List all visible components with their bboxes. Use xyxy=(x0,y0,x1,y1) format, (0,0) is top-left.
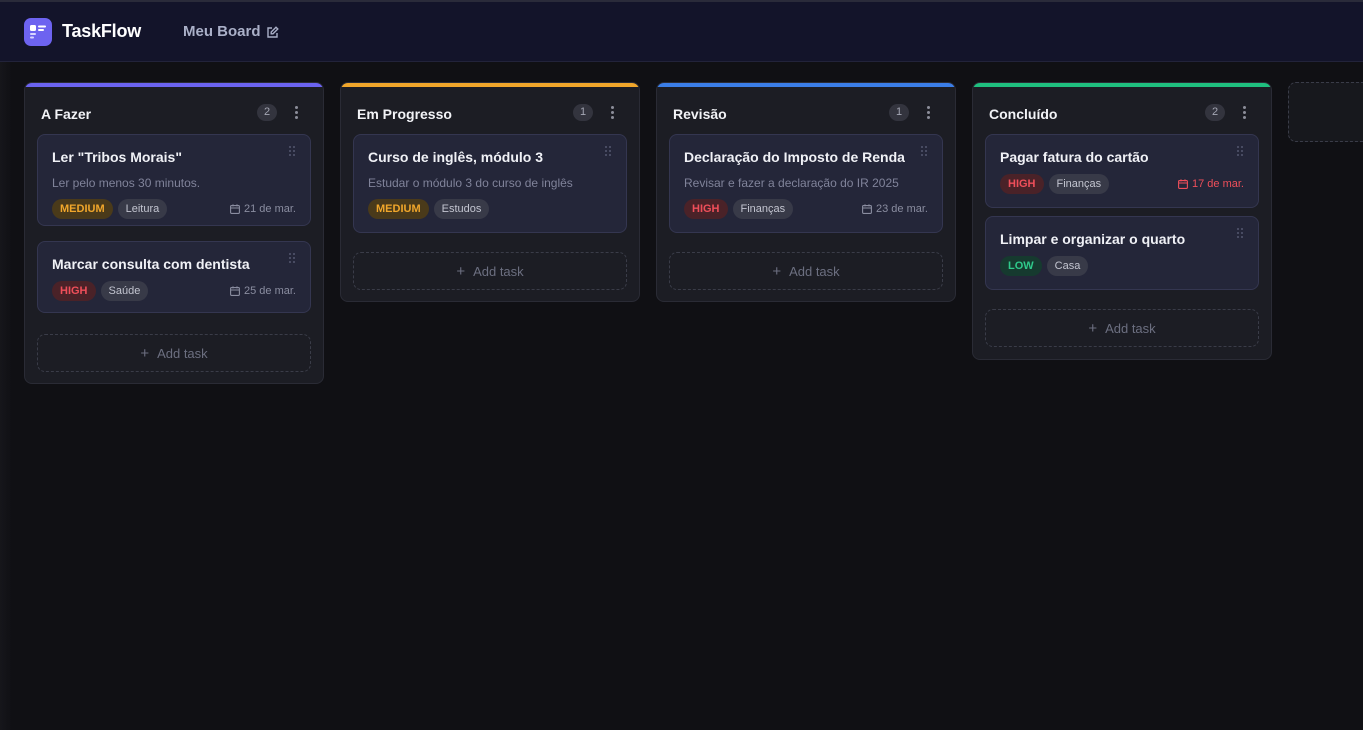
due-date: 21 de mar. xyxy=(230,203,296,215)
column-title: A Fazer xyxy=(41,106,92,122)
add-column-button[interactable] xyxy=(1288,82,1363,142)
task-title: Curso de inglês, módulo 3 xyxy=(368,149,544,165)
tag-badge: Finanças xyxy=(732,199,794,219)
due-date-text: 25 de mar. xyxy=(244,285,296,297)
due-date-text: 17 de mar. xyxy=(1192,178,1244,190)
tag-badge: Saúde xyxy=(100,281,149,301)
column-accent xyxy=(657,83,955,87)
task-title: Declaração do Imposto de Renda xyxy=(684,149,905,165)
calendar-icon xyxy=(862,204,872,214)
task-badges: HIGH Saúde xyxy=(52,281,149,301)
board-name[interactable]: Meu Board xyxy=(183,23,261,40)
add-task-label: Add task xyxy=(789,263,840,279)
more-icon[interactable] xyxy=(1238,105,1250,121)
add-task-label: Add task xyxy=(1105,320,1156,336)
column-accent xyxy=(25,83,323,87)
calendar-icon xyxy=(230,286,240,296)
calendar-icon xyxy=(230,204,240,214)
column-accent xyxy=(341,83,639,87)
tag-badge: Estudos xyxy=(433,199,490,219)
add-task-button[interactable]: + Add task xyxy=(669,252,943,290)
add-task-button[interactable]: + Add task xyxy=(985,309,1259,347)
kanban-icon xyxy=(24,18,52,46)
drag-handle-icon[interactable] xyxy=(289,146,296,156)
plus-icon: + xyxy=(1088,319,1098,337)
column-title: Concluído xyxy=(989,106,1058,122)
column-count: 2 xyxy=(257,104,277,121)
due-date: 25 de mar. xyxy=(230,285,296,297)
plus-icon: + xyxy=(772,262,782,280)
priority-badge: LOW xyxy=(1000,256,1042,276)
task-badges: HIGH Finanças xyxy=(684,199,794,219)
calendar-icon xyxy=(1178,179,1188,189)
task-card[interactable]: Limpar e organizar o quarto LOW Casa xyxy=(985,216,1259,290)
sidebar-edge xyxy=(0,62,12,730)
column-title: Em Progresso xyxy=(357,106,452,122)
priority-badge: HIGH xyxy=(1000,174,1044,194)
task-title: Pagar fatura do cartão xyxy=(1000,149,1149,165)
due-date: 23 de mar. xyxy=(862,203,928,215)
column-accent xyxy=(973,83,1271,87)
task-description: Revisar e fazer a declaração do IR 2025 xyxy=(684,176,899,190)
task-badges: HIGH Finanças xyxy=(1000,174,1110,194)
tag-badge: Casa xyxy=(1046,256,1089,276)
task-badges: MEDIUM Estudos xyxy=(368,199,490,219)
plus-icon: + xyxy=(140,344,150,362)
due-date-overdue: 17 de mar. xyxy=(1178,178,1244,190)
task-badges: LOW Casa xyxy=(1000,256,1089,276)
drag-handle-icon[interactable] xyxy=(289,253,296,263)
task-card[interactable]: Ler "Tribos Morais" Ler pelo menos 30 mi… xyxy=(37,134,311,226)
column-count: 1 xyxy=(889,104,909,121)
more-icon[interactable] xyxy=(606,105,618,121)
column-count: 1 xyxy=(573,104,593,121)
due-date-text: 23 de mar. xyxy=(876,203,928,215)
add-task-button[interactable]: + Add task xyxy=(353,252,627,290)
column-revisao: Revisão 1 Declaração do Imposto de Renda… xyxy=(656,82,956,302)
drag-handle-icon[interactable] xyxy=(921,146,928,156)
more-icon[interactable] xyxy=(922,105,934,121)
column-concluido: Concluído 2 Pagar fatura do cartão HIGH … xyxy=(972,82,1272,360)
priority-badge: MEDIUM xyxy=(368,199,429,219)
top-bar: TaskFlow Meu Board xyxy=(0,0,1363,62)
column-title: Revisão xyxy=(673,106,727,122)
task-card[interactable]: Declaração do Imposto de Renda Revisar e… xyxy=(669,134,943,233)
due-date-text: 21 de mar. xyxy=(244,203,296,215)
column-em-progresso: Em Progresso 1 Curso de inglês, módulo 3… xyxy=(340,82,640,302)
task-description: Ler pelo menos 30 minutos. xyxy=(52,176,201,190)
add-task-label: Add task xyxy=(473,263,524,279)
add-task-label: Add task xyxy=(157,345,208,361)
task-card[interactable]: Pagar fatura do cartão HIGH Finanças 17 … xyxy=(985,134,1259,208)
task-badges: MEDIUM Leitura xyxy=(52,199,168,219)
tag-badge: Leitura xyxy=(117,199,168,219)
app-title: TaskFlow xyxy=(62,21,142,41)
drag-handle-icon[interactable] xyxy=(605,146,612,156)
tag-badge: Finanças xyxy=(1048,174,1110,194)
edit-icon[interactable] xyxy=(266,26,279,44)
drag-handle-icon[interactable] xyxy=(1237,146,1244,156)
priority-badge: MEDIUM xyxy=(52,199,113,219)
plus-icon: + xyxy=(456,262,466,280)
task-title: Limpar e organizar o quarto xyxy=(1000,231,1186,247)
task-description: Estudar o módulo 3 do curso de inglês xyxy=(368,176,573,190)
priority-badge: HIGH xyxy=(52,281,96,301)
task-title: Ler "Tribos Morais" xyxy=(52,149,182,165)
add-task-button[interactable]: + Add task xyxy=(37,334,311,372)
task-title: Marcar consulta com dentista xyxy=(52,256,250,272)
more-icon[interactable] xyxy=(290,105,302,121)
priority-badge: HIGH xyxy=(684,199,728,219)
drag-handle-icon[interactable] xyxy=(1237,228,1244,238)
task-card[interactable]: Curso de inglês, módulo 3 Estudar o módu… xyxy=(353,134,627,233)
task-card[interactable]: Marcar consulta com dentista HIGH Saúde … xyxy=(37,241,311,313)
column-count: 2 xyxy=(1205,104,1225,121)
column-a-fazer: A Fazer 2 Ler "Tribos Morais" Ler pelo m… xyxy=(24,82,324,384)
